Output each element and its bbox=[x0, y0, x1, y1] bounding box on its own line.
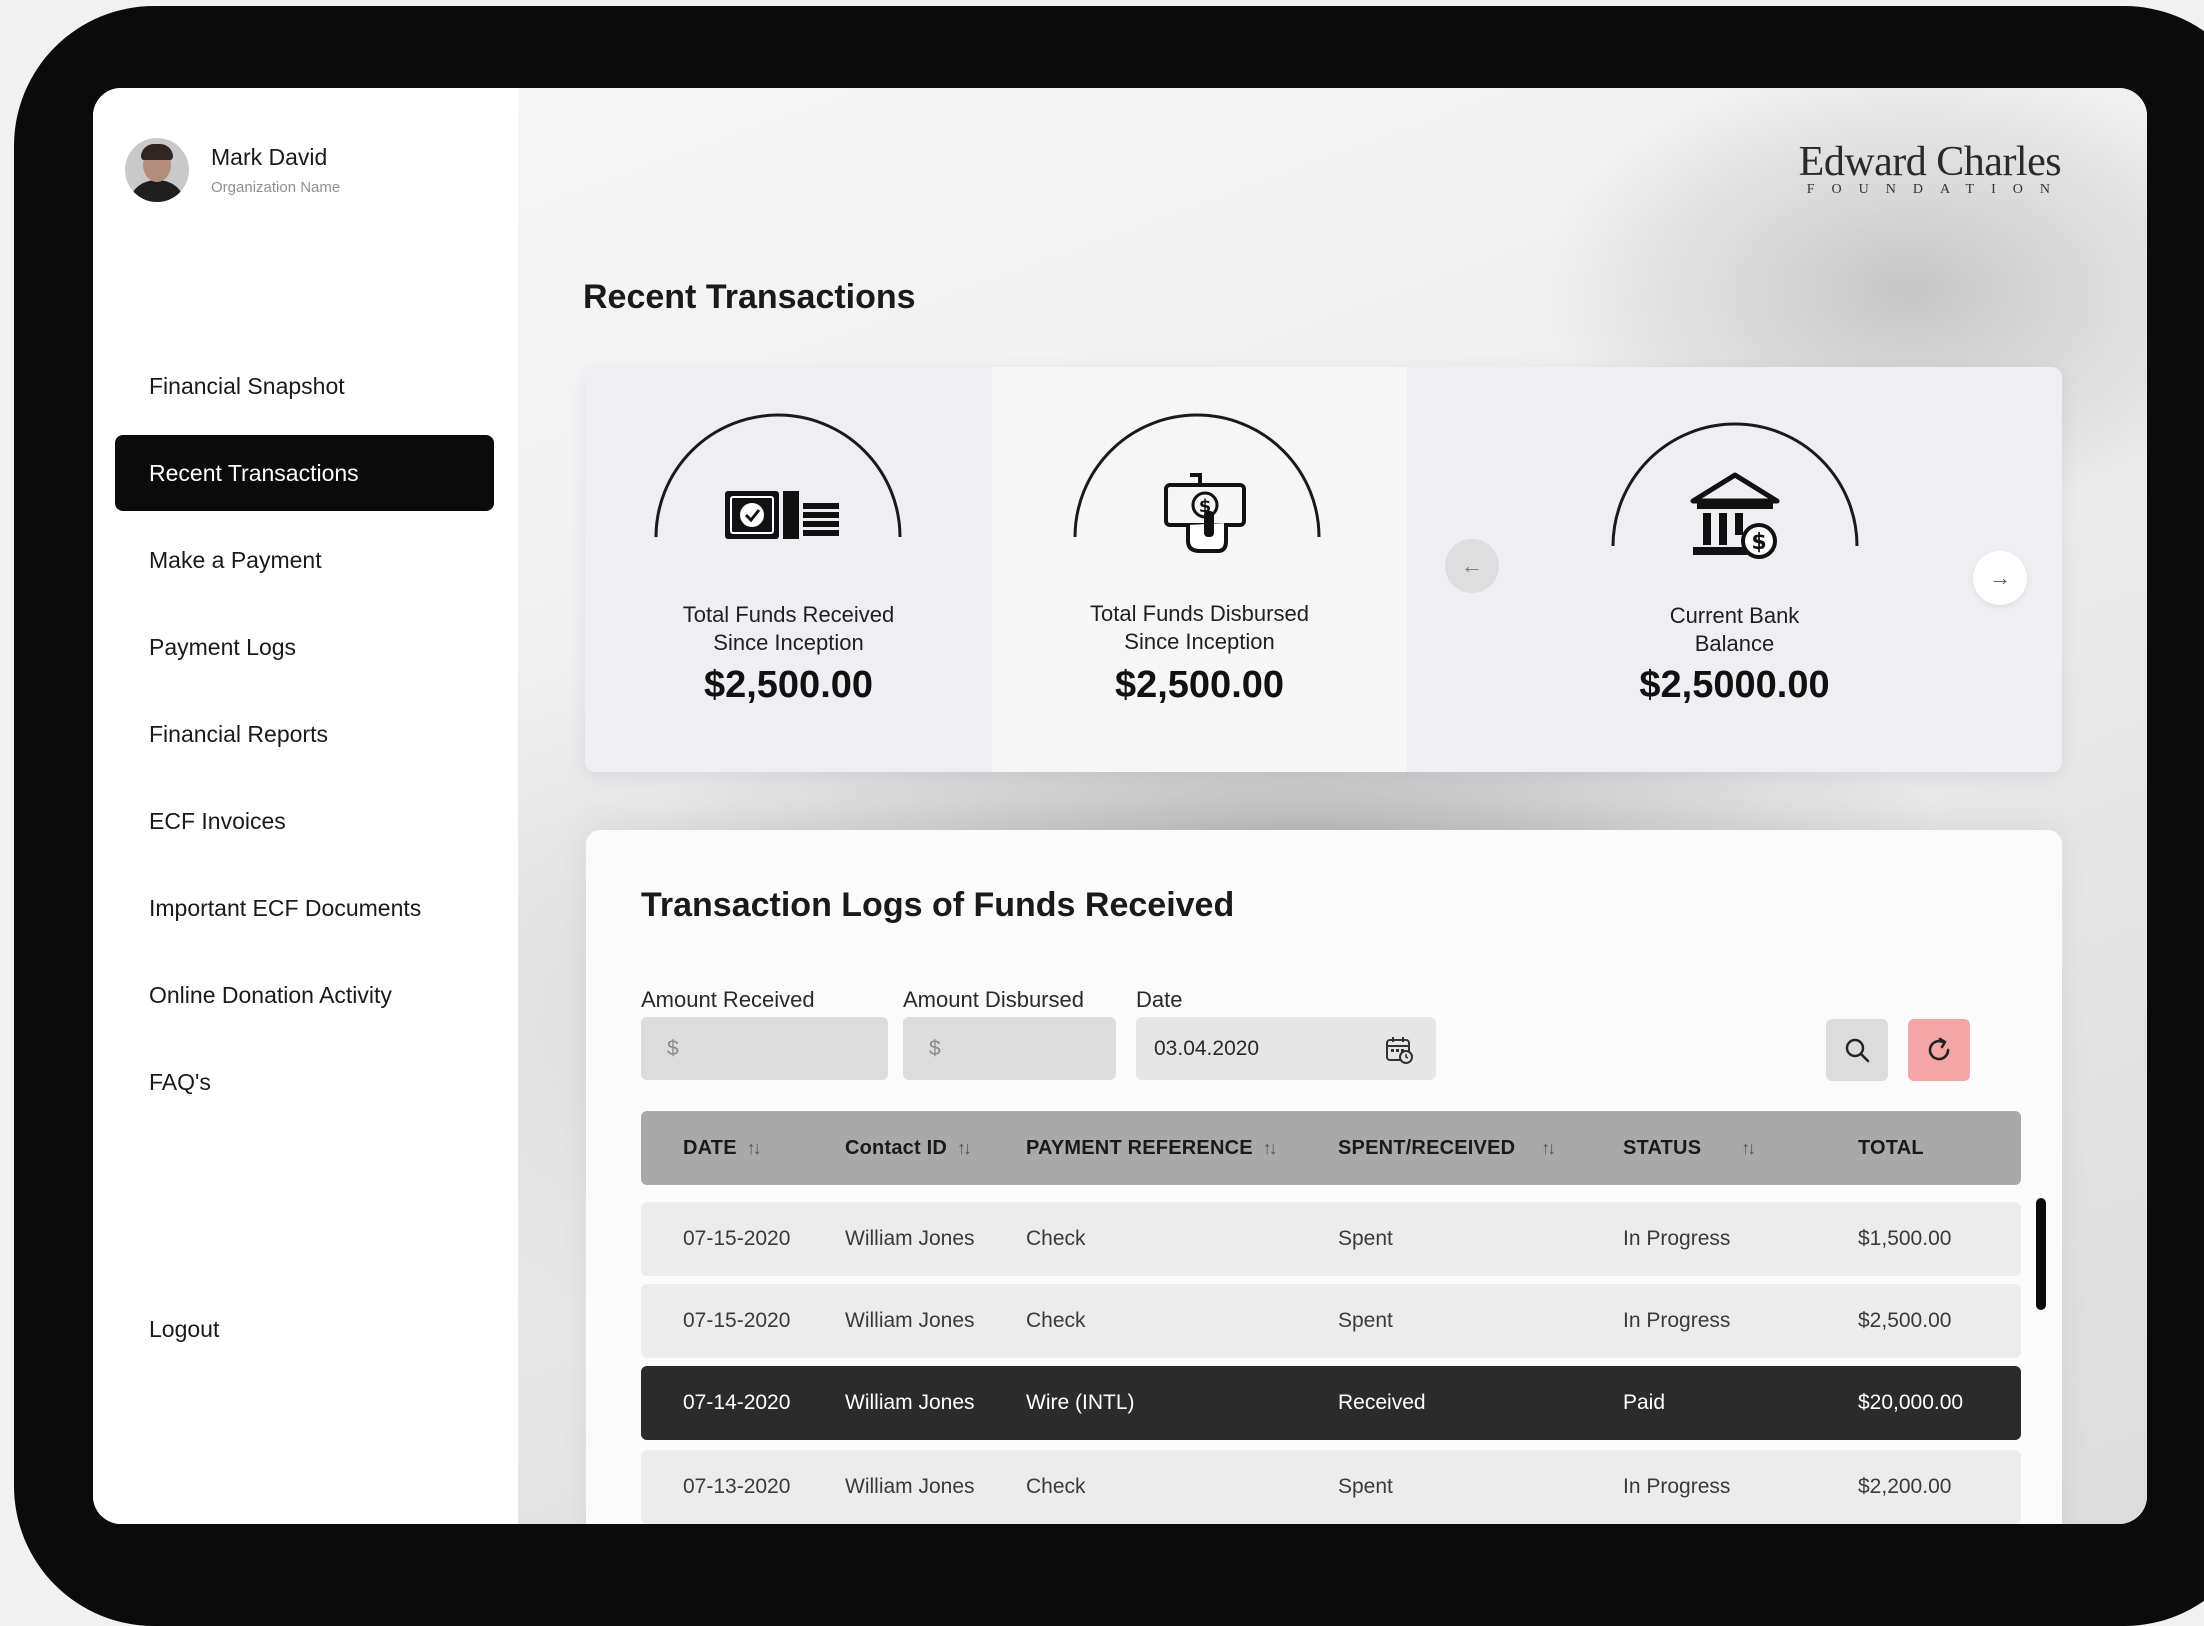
summary-cards-carousel: Total Funds Received Since Inception $2,… bbox=[585, 367, 2062, 772]
sidebar-item-faqs[interactable]: FAQ's bbox=[115, 1044, 494, 1120]
cell-type: Spent bbox=[1338, 1309, 1393, 1332]
carousel-prev-button[interactable]: ← bbox=[1445, 539, 1499, 593]
table-row-selected[interactable]: 07-14-2020 William Jones Wire (INTL) Rec… bbox=[641, 1366, 2021, 1440]
cell-reference: Check bbox=[1026, 1309, 1086, 1332]
hand-money-icon: $ bbox=[1164, 473, 1246, 553]
svg-text:$: $ bbox=[1751, 530, 1766, 555]
cell-reference: Wire (INTL) bbox=[1026, 1391, 1135, 1414]
column-header-payment-reference[interactable]: PAYMENT REFERENCE ↑↓ bbox=[1026, 1111, 1278, 1185]
column-header-date[interactable]: DATE ↑↓ bbox=[683, 1111, 762, 1185]
sidebar-item-financial-reports[interactable]: Financial Reports bbox=[115, 696, 494, 772]
card-label: Total Funds Disbursed Since Inception bbox=[1090, 601, 1309, 654]
sidebar-item-online-donation-activity[interactable]: Online Donation Activity bbox=[115, 957, 494, 1033]
main-content: Edward Charles FOUNDATION Recent Transac… bbox=[518, 88, 2147, 1524]
sort-icon[interactable]: ↑↓ bbox=[747, 1138, 762, 1159]
sidebar-item-ecf-invoices[interactable]: ECF Invoices bbox=[115, 783, 494, 859]
cell-contact: William Jones bbox=[845, 1391, 975, 1414]
sidebar-item-recent-transactions[interactable]: Recent Transactions bbox=[115, 435, 494, 511]
cell-status: In Progress bbox=[1623, 1227, 1731, 1250]
reset-button[interactable] bbox=[1908, 1019, 1970, 1081]
search-button[interactable] bbox=[1826, 1019, 1888, 1081]
cell-type: Received bbox=[1338, 1391, 1426, 1414]
table-row[interactable]: 07-15-2020 William Jones Check Spent In … bbox=[641, 1284, 2021, 1358]
table-row[interactable]: 07-13-2020 William Jones Check Spent In … bbox=[641, 1450, 2021, 1524]
logout-button[interactable]: Logout bbox=[149, 1316, 219, 1343]
table-row[interactable]: 07-15-2020 William Jones Check Spent In … bbox=[641, 1202, 2021, 1276]
sort-icon[interactable]: ↑↓ bbox=[1741, 1138, 1756, 1159]
cell-total: $2,500.00 bbox=[1858, 1309, 1952, 1332]
column-header-spent-received[interactable]: SPENT/RECEIVED ↑↓ bbox=[1338, 1111, 1556, 1185]
card-value: $2,500.00 bbox=[703, 664, 874, 706]
card-value: $2,500.00 bbox=[1114, 664, 1285, 706]
cell-date: 07-15-2020 bbox=[683, 1227, 791, 1250]
sort-icon[interactable]: ↑↓ bbox=[1541, 1138, 1556, 1159]
card-value: $2,5000.00 bbox=[1639, 664, 1830, 706]
card-label: Current Bank Balance bbox=[1669, 603, 1800, 656]
cell-contact: William Jones bbox=[845, 1227, 975, 1250]
sidebar-item-financial-snapshot[interactable]: Financial Snapshot bbox=[115, 348, 494, 424]
sidebar-nav: Financial Snapshot Recent Transactions M… bbox=[115, 348, 494, 1131]
summary-card-funds-received[interactable]: Total Funds Received Since Inception $2,… bbox=[585, 367, 992, 772]
amount-received-input[interactable]: $ bbox=[641, 1017, 888, 1080]
table-header: DATE ↑↓ Contact ID ↑↓ PAYMENT REFERENCE ↑↓ … bbox=[641, 1111, 2021, 1185]
card-label: Total Funds Received Since Inception bbox=[682, 602, 895, 655]
calendar-icon[interactable] bbox=[1384, 1034, 1414, 1064]
cell-date: 07-13-2020 bbox=[683, 1475, 791, 1498]
sort-icon[interactable]: ↑↓ bbox=[957, 1138, 972, 1159]
cell-status: In Progress bbox=[1623, 1475, 1731, 1498]
cell-reference: Check bbox=[1026, 1475, 1086, 1498]
sidebar: Mark David Organization Name Financial S… bbox=[93, 88, 518, 1524]
user-profile[interactable]: Mark David Organization Name bbox=[125, 138, 340, 202]
amount-received-label: Amount Received bbox=[641, 987, 815, 1012]
cell-date: 07-15-2020 bbox=[683, 1309, 791, 1332]
cell-contact: William Jones bbox=[845, 1309, 975, 1332]
scrollbar-thumb[interactable] bbox=[2036, 1198, 2046, 1310]
user-name: Mark David bbox=[211, 144, 328, 170]
sort-icon[interactable]: ↑↓ bbox=[1263, 1138, 1278, 1159]
summary-card-bank-balance[interactable]: ← $ Current Bank Balance $2,5000.00 → bbox=[1407, 367, 2062, 772]
page-title: Recent Transactions bbox=[583, 278, 916, 316]
cell-status: In Progress bbox=[1623, 1309, 1731, 1332]
brand-logo[interactable]: Edward Charles FOUNDATION bbox=[1793, 138, 2067, 198]
avatar[interactable] bbox=[125, 138, 189, 202]
sidebar-item-important-ecf-documents[interactable]: Important ECF Documents bbox=[115, 870, 494, 946]
transaction-logs-panel: Transaction Logs of Funds Received Amoun… bbox=[586, 830, 2062, 1524]
cell-total: $2,200.00 bbox=[1858, 1475, 1952, 1498]
cell-total: $20,000.00 bbox=[1858, 1391, 1964, 1414]
carousel-next-button[interactable]: → bbox=[1973, 551, 2027, 605]
cell-type: Spent bbox=[1338, 1475, 1393, 1498]
date-label: Date bbox=[1136, 987, 1183, 1012]
cash-stack-icon bbox=[725, 491, 839, 539]
cell-contact: William Jones bbox=[845, 1475, 975, 1498]
date-value: 03.04.2020 bbox=[1154, 1036, 1260, 1060]
refresh-icon bbox=[1928, 1037, 1950, 1061]
column-header-status[interactable]: STATUS ↑↓ bbox=[1623, 1111, 1756, 1185]
cell-date: 07-14-2020 bbox=[683, 1391, 791, 1414]
brand-name: Edward Charles bbox=[1798, 139, 2062, 185]
summary-card-funds-disbursed[interactable]: $ Total Funds Disbursed Since Inception … bbox=[992, 367, 1407, 772]
panel-title: Transaction Logs of Funds Received bbox=[641, 886, 1235, 924]
table-scrollbar[interactable] bbox=[2036, 1198, 2046, 1524]
sidebar-item-payment-logs[interactable]: Payment Logs bbox=[115, 609, 494, 685]
column-header-contact-id[interactable]: Contact ID ↑↓ bbox=[845, 1111, 972, 1185]
cell-type: Spent bbox=[1338, 1227, 1393, 1250]
cell-status: Paid bbox=[1623, 1391, 1666, 1414]
search-icon bbox=[1845, 1038, 1870, 1063]
brand-subtitle: FOUNDATION bbox=[1806, 182, 2067, 197]
column-header-total[interactable]: TOTAL bbox=[1858, 1111, 1924, 1185]
amount-disbursed-label: Amount Disbursed bbox=[903, 987, 1084, 1012]
sidebar-item-make-a-payment[interactable]: Make a Payment bbox=[115, 522, 494, 598]
amount-disbursed-input[interactable]: $ bbox=[903, 1017, 1116, 1080]
cell-reference: Check bbox=[1026, 1227, 1086, 1250]
date-input[interactable]: 03.04.2020 bbox=[1136, 1017, 1436, 1080]
bank-dollar-icon: $ bbox=[1690, 472, 1780, 559]
cell-total: $1,500.00 bbox=[1858, 1227, 1952, 1250]
user-organization: Organization Name bbox=[211, 179, 341, 196]
app-screen: Mark David Organization Name Financial S… bbox=[93, 88, 2147, 1524]
